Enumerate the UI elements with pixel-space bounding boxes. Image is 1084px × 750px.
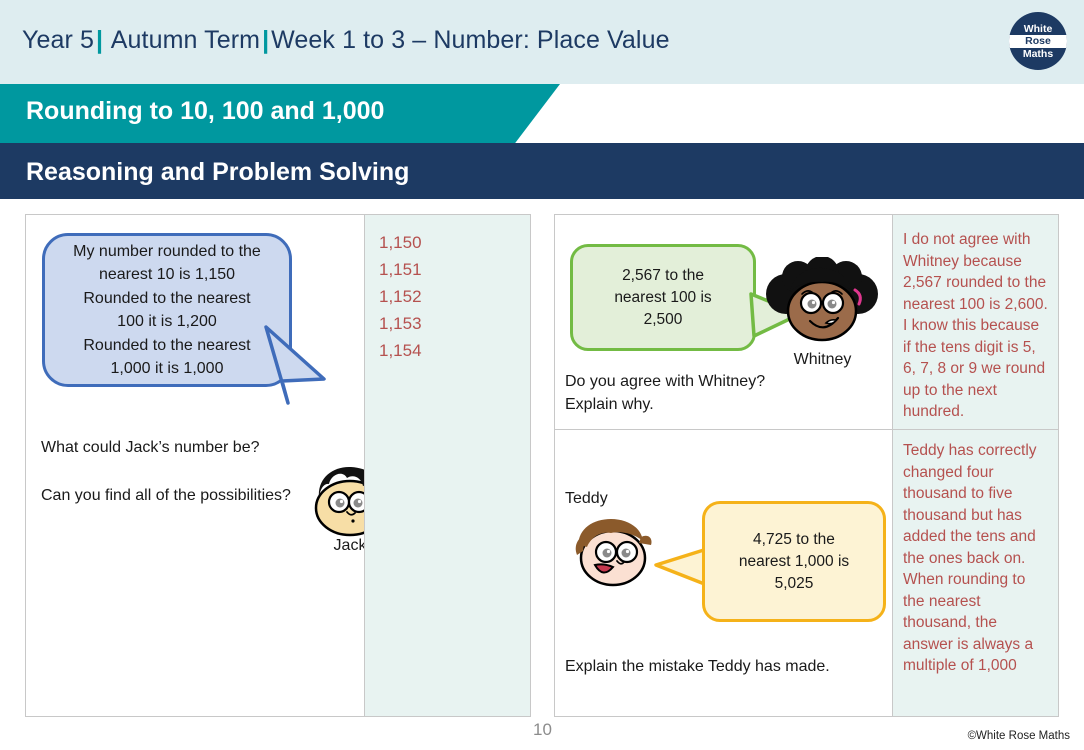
breadcrumb-separator-2: |: [262, 26, 270, 54]
jack-line-6: 1,000 it is 1,000: [110, 360, 224, 377]
whitney-bubble-line-1: 2,567 to the: [622, 266, 704, 284]
whitney-speech-text: 2,567 to the nearest 100 is 2,500: [604, 265, 721, 331]
whitney-answer: I do not agree with Whitney because 2,56…: [903, 231, 1048, 420]
list-item: 1,152: [379, 287, 422, 306]
whitney-bubble-line-2: nearest 100 is: [614, 288, 712, 306]
teddy-bubble-line-1: 4,725 to the: [753, 530, 835, 548]
topic-title: Rounding to 10, 100 and 1,000: [26, 97, 385, 125]
teddy-speech-bubble: 4,725 to the nearest 1,000 is 5,025: [702, 501, 886, 622]
jack-line-5: Rounded to the nearest: [83, 336, 251, 354]
whitney-name-label: Whitney: [793, 351, 852, 368]
list-item: 1,154: [379, 341, 422, 360]
right-answer-column: I do not agree with Whitney because 2,56…: [892, 215, 1058, 716]
breadcrumb: Year 5| Autumn Term|Week 1 to 3 – Number…: [22, 26, 670, 55]
logo-line-white: White: [1023, 22, 1053, 35]
white-rose-maths-logo: White Rose Maths: [1009, 12, 1067, 70]
jack-speech-bubble: My number rounded to the nearest 10 is 1…: [42, 233, 292, 387]
jack-line-1: My number rounded to the: [73, 242, 261, 260]
whitney-speech-bubble: 2,567 to the nearest 100 is 2,500: [570, 244, 756, 351]
teddy-question: Explain the mistake Teddy has made.: [565, 658, 830, 675]
jack-line-2: nearest 10 is 1,150: [98, 266, 236, 283]
logo-line-rose: Rose: [1009, 34, 1067, 48]
list-item: 1,150: [379, 233, 422, 252]
jack-line-3: Rounded to the nearest: [83, 289, 251, 307]
whitney-question-line-2: Explain why.: [565, 396, 654, 413]
teddy-answer: Teddy has correctly changed four thousan…: [893, 429, 1058, 677]
whitney-question-line-1: Do you agree with Whitney?: [565, 373, 766, 390]
jack-bubble-tail: [264, 325, 326, 405]
teddy-avatar: [575, 519, 652, 587]
question-panel-whitney-teddy: 2,567 to the nearest 100 is 2,500 Whitne…: [554, 214, 1059, 717]
jack-line-4: 100 it is 1,200: [117, 313, 217, 330]
list-item: 1,153: [379, 314, 422, 333]
page-number: 10: [533, 720, 552, 739]
jack-question-2: Can you find all of the possibilities?: [41, 487, 291, 504]
section-title: Reasoning and Problem Solving: [26, 158, 410, 186]
question-panel-jack: My number rounded to the nearest 10 is 1…: [25, 214, 531, 717]
teddy-bubble-tail: [654, 547, 709, 587]
jack-answer-list: 1,150 1,151 1,152 1,153 1,154: [365, 215, 530, 364]
jack-question-1: What could Jack’s number be?: [41, 439, 260, 456]
teddy-name-label: Teddy: [565, 490, 608, 507]
breadcrumb-separator-1: |: [95, 26, 104, 54]
breadcrumb-term: Autumn Term: [110, 26, 261, 54]
jack-speech-text: My number rounded to the nearest 10 is 1…: [59, 240, 275, 381]
whitney-bubble-line-3: 2,500: [643, 310, 683, 328]
whitney-avatar: [766, 257, 878, 342]
breadcrumb-year: Year 5: [22, 26, 94, 54]
teddy-bubble-line-3: 5,025: [774, 574, 814, 592]
teddy-speech-text: 4,725 to the nearest 1,000 is 5,025: [729, 529, 859, 595]
list-item: 1,151: [379, 260, 422, 279]
copyright-notice: ©White Rose Maths: [967, 730, 1070, 742]
row-divider: [555, 429, 894, 430]
whitney-question: Do you agree with Whitney? Explain why.: [565, 370, 765, 416]
breadcrumb-week: Week 1 to 3 – Number: Place Value: [271, 26, 670, 54]
jack-answer-column: 1,150 1,151 1,152 1,153 1,154: [364, 215, 530, 716]
logo-line-maths: Maths: [1022, 47, 1054, 60]
teddy-bubble-line-2: nearest 1,000 is: [738, 552, 850, 570]
